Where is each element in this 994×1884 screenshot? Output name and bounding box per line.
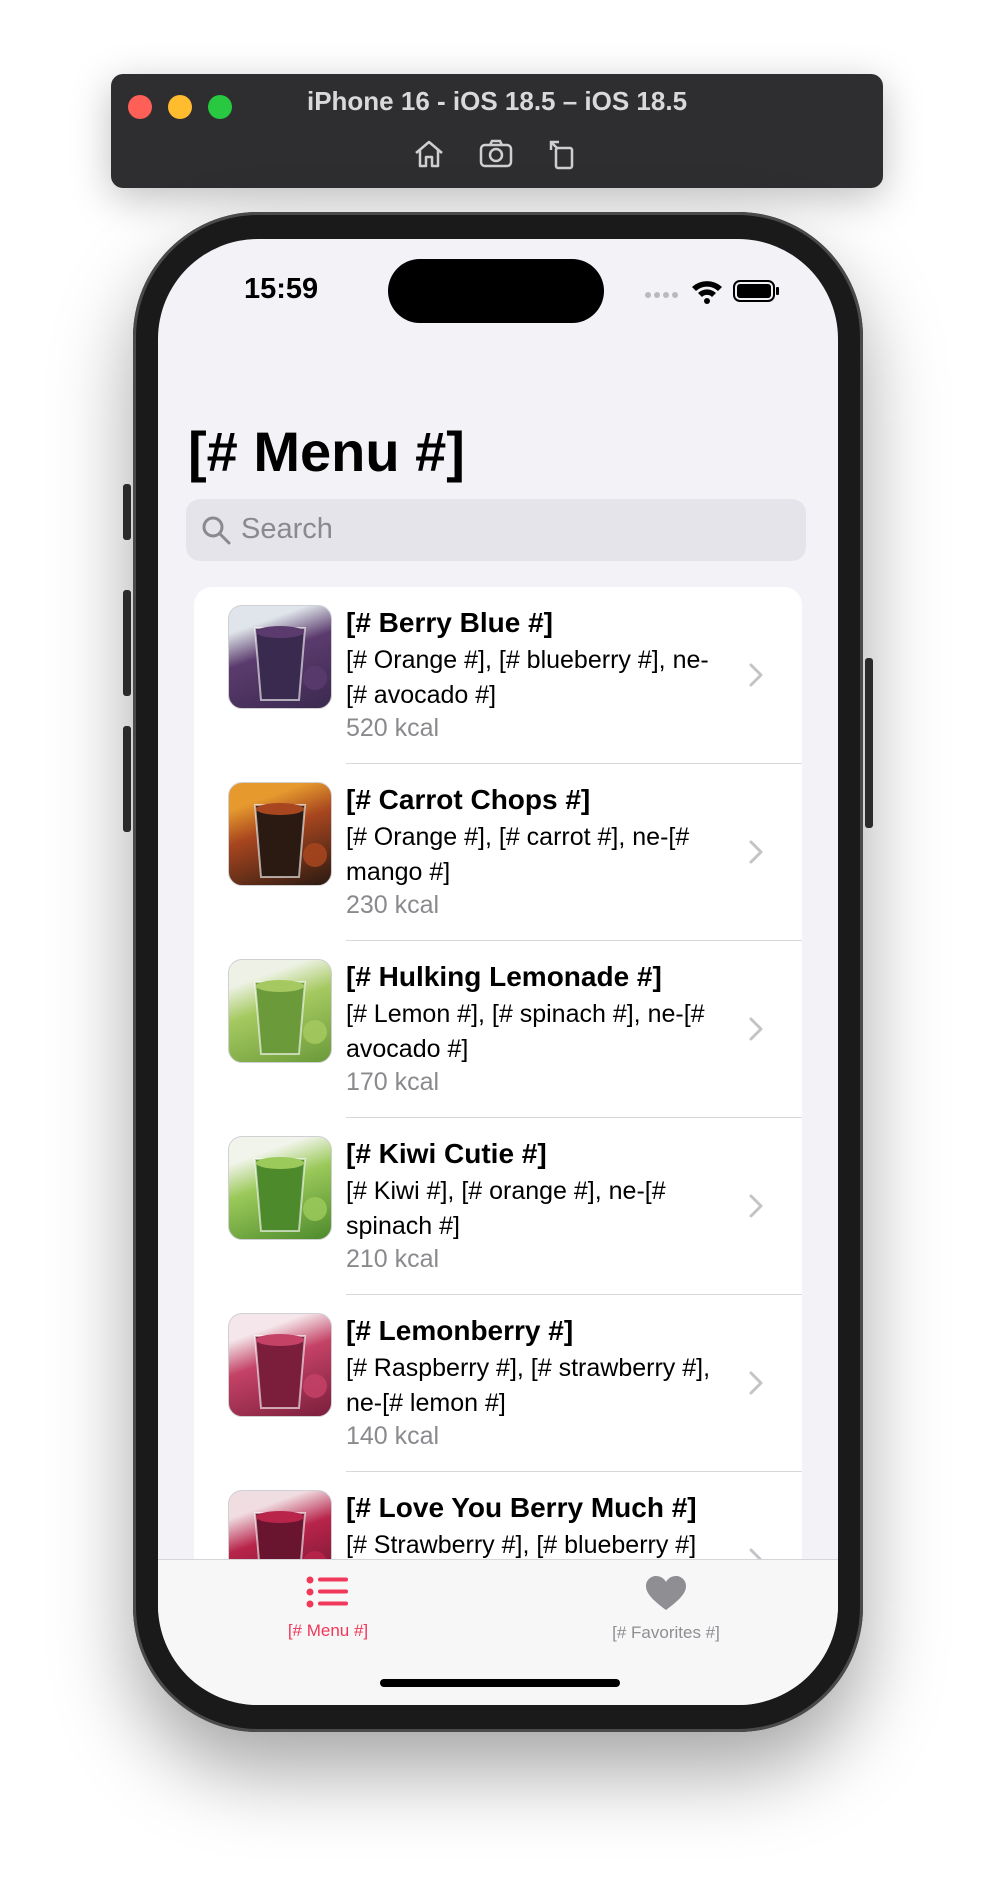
list-item[interactable]: [# Kiwi Cutie #] [# Kiwi #], [# orange #]… [194, 1118, 802, 1295]
item-calories: 210 kcal [346, 1245, 440, 1273]
smoothie-glass-icon [253, 1334, 327, 1409]
wifi-icon [692, 281, 722, 304]
iphone-frame: 15:59 [# Menu #] Search [# Berry Blue #]… [123, 212, 873, 1732]
item-ingredients: [# Orange #], [# carrot #], ne-[# mango … [346, 823, 690, 886]
tab-menu-label: [# Menu #] [287, 1621, 369, 1640]
smoothie-glass-icon [253, 1157, 327, 1232]
cellular-icon [645, 292, 678, 298]
volume-up-button [123, 590, 131, 696]
list-item[interactable]: [# Lemonberry #] [# Raspberry #], [# stra… [194, 1295, 802, 1472]
item-ingredients: [# Lemon #], [# spinach #], ne-[# avocad… [346, 1000, 705, 1063]
action-button [123, 484, 131, 540]
item-title: [# Lemonberry #] [346, 1315, 574, 1346]
status-icons [642, 277, 782, 305]
power-button [865, 658, 873, 828]
item-ingredients: [# Strawberry #], [# blueberry #] [346, 1531, 697, 1559]
list-item[interactable]: [# Carrot Chops #] [# Orange #], [# carro… [194, 764, 802, 941]
heart-icon [646, 1576, 686, 1610]
rotate-icon[interactable] [545, 136, 581, 172]
item-ingredients: [# Raspberry #], [# strawberry #], ne-[#… [346, 1354, 711, 1417]
search-bar[interactable]: Search [186, 499, 806, 561]
item-calories: 140 kcal [346, 1422, 440, 1450]
simulator-tools [111, 136, 883, 176]
smoothie-thumbnail [228, 605, 332, 709]
chevron-right-icon [749, 1371, 763, 1395]
home-indicator [380, 1679, 620, 1687]
smoothie-glass-icon [253, 980, 327, 1055]
volume-down-button [123, 726, 131, 832]
tab-menu[interactable]: [# Menu #] [228, 1574, 428, 1641]
item-title: [# Hulking Lemonade #] [346, 961, 662, 992]
chevron-right-icon [749, 840, 763, 864]
dynamic-island [388, 259, 604, 323]
item-title: [# Carrot Chops #] [346, 784, 591, 815]
simulator-title: iPhone 16 - iOS 18.5 – iOS 18.5 [306, 86, 688, 116]
chevron-right-icon [749, 1194, 763, 1218]
smoothie-glass-icon [253, 626, 327, 701]
list-item[interactable]: [# Hulking Lemonade #] [# Lemon #], [# sp… [194, 941, 802, 1118]
simulator-toolbar: iPhone 16 - iOS 18.5 – iOS 18.5 [111, 74, 883, 188]
list-icon [306, 1576, 348, 1608]
home-icon[interactable] [411, 136, 447, 172]
chevron-right-icon [749, 663, 763, 687]
item-ingredients: [# Orange #], [# blueberry #], ne-[# avo… [346, 646, 709, 709]
item-calories: 170 kcal [346, 1068, 440, 1096]
smoothie-thumbnail [228, 1136, 332, 1240]
item-calories: 230 kcal [346, 891, 440, 919]
phone-screen: 15:59 [# Menu #] Search [# Berry Blue #]… [158, 239, 838, 1705]
item-calories: 520 kcal [346, 714, 440, 742]
item-title: [# Kiwi Cutie #] [346, 1138, 547, 1169]
battery-icon [733, 280, 779, 302]
smoothie-glass-icon [253, 803, 327, 878]
tab-favorites-label: [# Favorites #] [612, 1623, 720, 1642]
search-icon [202, 516, 231, 545]
smoothie-thumbnail [228, 782, 332, 886]
page-title: [# Menu #] [188, 420, 465, 483]
status-time: 15:59 [244, 273, 319, 305]
item-ingredients: [# Kiwi #], [# orange #], ne-[# spinach … [346, 1177, 666, 1240]
item-title: [# Love You Berry Much #] [346, 1492, 697, 1523]
tab-favorites[interactable]: [# Favorites #] [566, 1574, 766, 1643]
chevron-right-icon [749, 1017, 763, 1041]
list-item[interactable]: [# Berry Blue #] [# Orange #], [# blueber… [194, 587, 802, 764]
smoothie-thumbnail [228, 1313, 332, 1417]
search-placeholder[interactable]: Search [241, 513, 333, 546]
smoothie-thumbnail [228, 959, 332, 1063]
item-title: [# Berry Blue #] [346, 607, 553, 638]
screenshot-icon[interactable] [478, 136, 514, 172]
menu-list: [# Berry Blue #] [# Orange #], [# blueber… [194, 587, 802, 1587]
